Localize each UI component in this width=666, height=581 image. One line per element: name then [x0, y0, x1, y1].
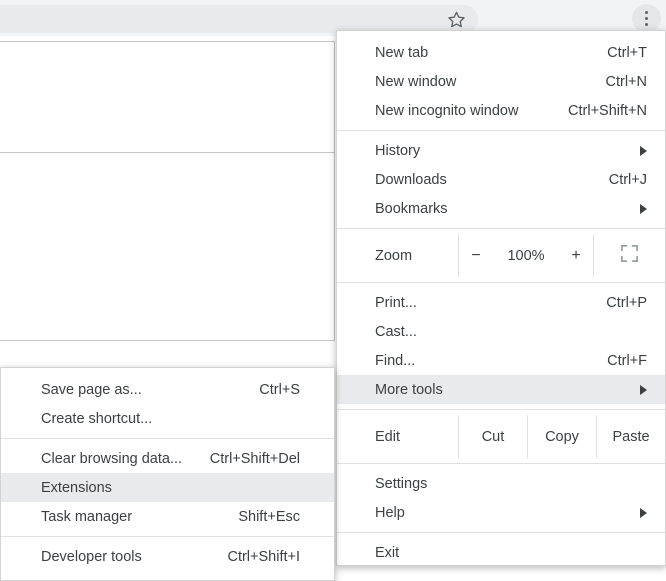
menu-item-find[interactable]: Find... Ctrl+F [337, 346, 665, 375]
submenu-top-padding [1, 368, 334, 375]
menu-item-label: More tools [375, 381, 443, 398]
submenu-item-extensions[interactable]: Extensions [1, 473, 334, 502]
menu-item-shortcut: Ctrl+Shift+Del [209, 450, 300, 467]
menu-item-cast[interactable]: Cast... [337, 317, 665, 346]
submenu-item-task-manager[interactable]: Task manager Shift+Esc [1, 502, 334, 531]
chrome-main-menu[interactable]: New tab Ctrl+T New window Ctrl+N New inc… [336, 30, 666, 566]
menu-dot [645, 23, 648, 26]
menu-item-shortcut: Ctrl+F [607, 352, 647, 369]
menu-separator [337, 130, 665, 131]
three-dot-menu-icon[interactable] [632, 4, 661, 33]
menu-item-label: History [375, 142, 421, 159]
menu-separator [1, 536, 334, 537]
bookmark-star-button[interactable] [443, 6, 469, 32]
menu-item-exit[interactable]: Exit [337, 538, 665, 567]
zoom-out-button[interactable]: − [459, 247, 493, 265]
menu-item-label: Save page as... [41, 381, 142, 398]
menu-item-downloads[interactable]: Downloads Ctrl+J [337, 165, 665, 194]
menu-item-new-tab[interactable]: New tab Ctrl+T [337, 38, 665, 67]
edit-label: Edit [375, 428, 400, 445]
menu-item-shortcut: Ctrl+P [606, 294, 647, 311]
menu-item-new-window[interactable]: New window Ctrl+N [337, 67, 665, 96]
menu-item-label: Task manager [41, 508, 133, 525]
menu-item-shortcut: Shift+Esc [238, 508, 300, 525]
fullscreen-button[interactable] [594, 234, 665, 277]
menu-row-edit: Edit Cut Copy Paste [337, 415, 665, 458]
address-bar[interactable] [0, 5, 478, 33]
menu-item-label: Help [375, 504, 405, 521]
menu-separator [1, 438, 334, 439]
menu-separator [337, 282, 665, 283]
content-divider [0, 152, 334, 153]
menu-item-label: Bookmarks [375, 200, 448, 217]
menu-item-label: Find... [375, 352, 416, 369]
menu-separator [337, 228, 665, 229]
menu-item-label: Settings [375, 475, 428, 492]
menu-row-zoom: Zoom − 100% + [337, 234, 665, 277]
menu-separator [337, 463, 665, 464]
menu-item-label: New incognito window [375, 102, 519, 119]
zoom-in-button[interactable]: + [559, 247, 593, 265]
zoom-level-value: 100% [507, 247, 545, 264]
menu-item-shortcut: Ctrl+Shift+I [227, 548, 300, 565]
menu-item-shortcut: Ctrl+N [605, 73, 648, 90]
menu-item-settings[interactable]: Settings [337, 469, 665, 498]
menu-item-shortcut: Ctrl+Shift+N [568, 102, 647, 119]
menu-separator [337, 409, 665, 410]
menu-item-print[interactable]: Print... Ctrl+P [337, 288, 665, 317]
menu-item-bookmarks[interactable]: Bookmarks [337, 194, 665, 223]
chevron-right-icon [640, 203, 647, 214]
chevron-right-icon [640, 384, 647, 395]
more-tools-submenu[interactable]: Save page as... Ctrl+S Create shortcut..… [0, 367, 335, 581]
page-content-box [0, 41, 335, 341]
submenu-item-clear-browsing-data[interactable]: Clear browsing data... Ctrl+Shift+Del [1, 444, 334, 473]
fullscreen-icon [620, 244, 639, 267]
cut-button[interactable]: Cut [458, 415, 527, 458]
menu-item-label: New window [375, 73, 457, 90]
copy-button[interactable]: Copy [527, 415, 596, 458]
menu-item-label: Clear browsing data... [41, 450, 183, 467]
chevron-right-icon [640, 507, 647, 518]
menu-item-help[interactable]: Help [337, 498, 665, 527]
menu-item-label: Developer tools [41, 548, 142, 565]
menu-item-history[interactable]: History [337, 136, 665, 165]
menu-item-label: Cast... [375, 323, 417, 340]
menu-dot [645, 17, 648, 20]
submenu-item-developer-tools[interactable]: Developer tools Ctrl+Shift+I [1, 542, 334, 571]
menu-top-padding [337, 31, 665, 38]
zoom-controls: − 100% + [458, 234, 594, 277]
menu-item-shortcut: Ctrl+J [608, 171, 647, 188]
menu-item-label: Exit [375, 544, 400, 561]
submenu-item-save-page-as[interactable]: Save page as... Ctrl+S [1, 375, 334, 404]
menu-item-label: Downloads [375, 171, 447, 188]
menu-item-more-tools[interactable]: More tools [337, 375, 665, 404]
menu-item-label: Create shortcut... [41, 410, 153, 427]
chevron-right-icon [640, 145, 647, 156]
star-outline-icon [447, 10, 466, 29]
menu-item-label: Print... [375, 294, 417, 311]
menu-dot [645, 11, 648, 14]
menu-item-new-incognito-window[interactable]: New incognito window Ctrl+Shift+N [337, 96, 665, 125]
menu-item-label: Extensions [41, 479, 112, 496]
menu-item-shortcut: Ctrl+S [259, 381, 300, 398]
menu-separator [337, 532, 665, 533]
submenu-item-create-shortcut[interactable]: Create shortcut... [1, 404, 334, 433]
menu-item-label: New tab [375, 44, 429, 61]
zoom-label: Zoom [375, 247, 413, 264]
paste-button[interactable]: Paste [596, 415, 665, 458]
menu-item-shortcut: Ctrl+T [607, 44, 647, 61]
